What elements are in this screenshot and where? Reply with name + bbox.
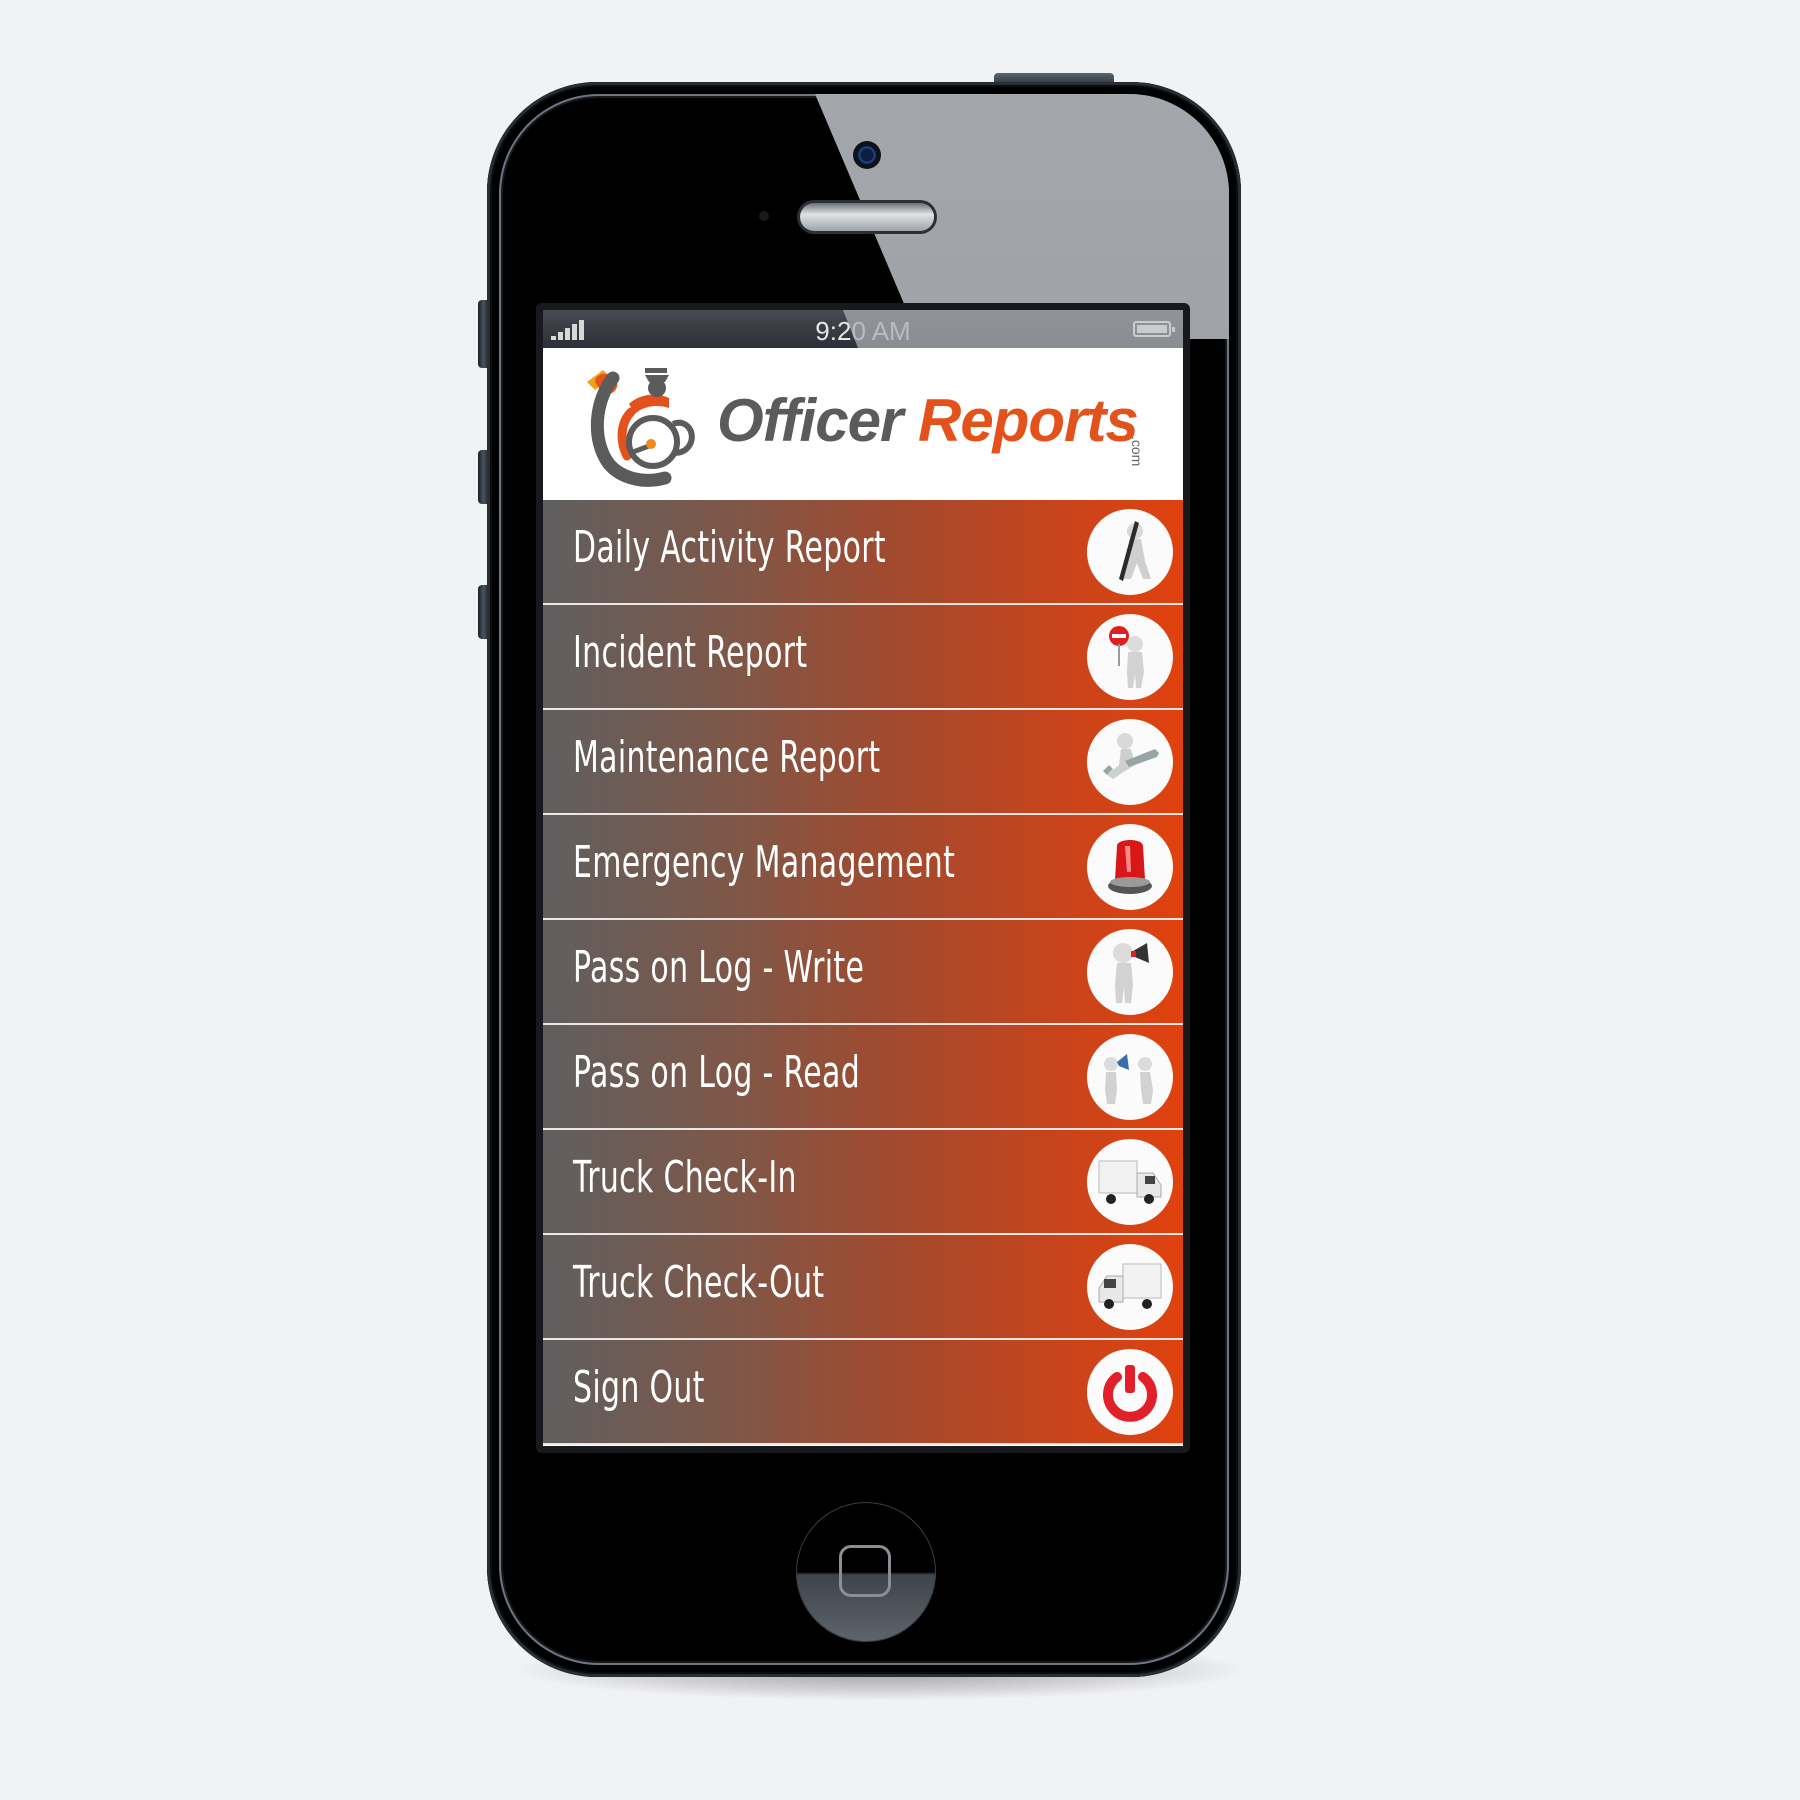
menu-item-daily-activity-report[interactable]: Daily Activity Report xyxy=(543,500,1183,605)
front-camera-icon xyxy=(853,141,881,169)
menu-item-label: Truck Check-In xyxy=(573,1152,797,1203)
earpiece-speaker xyxy=(800,203,934,231)
menu-item-truck-check-in[interactable]: Truck Check-In xyxy=(543,1130,1183,1235)
menu-item-incident-report[interactable]: Incident Report xyxy=(543,605,1183,710)
menu-item-sign-out[interactable]: Sign Out xyxy=(543,1340,1183,1445)
truck-icon xyxy=(1087,1139,1173,1225)
proximity-sensor xyxy=(759,211,769,221)
menu-item-label: Pass on Log - Read xyxy=(573,1047,861,1098)
figure-with-pen-icon xyxy=(1087,509,1173,595)
red-siren-light-icon xyxy=(1087,824,1173,910)
menu-item-pass-on-log-write[interactable]: Pass on Log - Write xyxy=(543,920,1183,1025)
menu-item-label: Sign Out xyxy=(573,1362,705,1413)
app-screen: 9:20 AM Officer Reports .com Daily Activ… xyxy=(543,310,1183,1446)
app-header: Officer Reports .com xyxy=(543,348,1183,501)
truck-icon xyxy=(1087,1244,1173,1330)
brand-word-reports: Reports xyxy=(917,387,1139,454)
figure-with-megaphone-icon xyxy=(1087,929,1173,1015)
status-bar: 9:20 AM xyxy=(543,310,1183,348)
menu-item-emergency-management[interactable]: Emergency Management xyxy=(543,815,1183,920)
battery-icon xyxy=(1133,321,1175,337)
figures-megaphone-listening-icon xyxy=(1087,1034,1173,1120)
main-menu: Daily Activity Report Incident Report Ma… xyxy=(543,500,1183,1445)
menu-item-label: Truck Check-Out xyxy=(573,1257,825,1308)
power-icon xyxy=(1087,1349,1173,1435)
figure-with-wrench-icon xyxy=(1087,719,1173,805)
menu-item-label: Maintenance Report xyxy=(573,732,881,783)
menu-item-maintenance-report[interactable]: Maintenance Report xyxy=(543,710,1183,815)
brand-name: Officer Reports xyxy=(717,386,1139,455)
menu-item-label: Incident Report xyxy=(573,627,808,678)
officer-reports-logo-icon xyxy=(587,368,695,487)
status-bar-reflection xyxy=(843,310,1183,348)
figure-with-stop-sign-icon xyxy=(1087,614,1173,700)
brand-suffix: .com xyxy=(1129,436,1145,467)
menu-item-label: Emergency Management xyxy=(573,837,956,888)
home-button[interactable] xyxy=(796,1502,936,1642)
menu-item-label: Daily Activity Report xyxy=(573,522,886,573)
menu-item-label: Pass on Log - Write xyxy=(573,942,865,993)
brand-word-officer: Officer xyxy=(717,387,903,454)
menu-item-truck-check-out[interactable]: Truck Check-Out xyxy=(543,1235,1183,1340)
home-square-icon xyxy=(839,1545,891,1597)
menu-item-pass-on-log-read[interactable]: Pass on Log - Read xyxy=(543,1025,1183,1130)
